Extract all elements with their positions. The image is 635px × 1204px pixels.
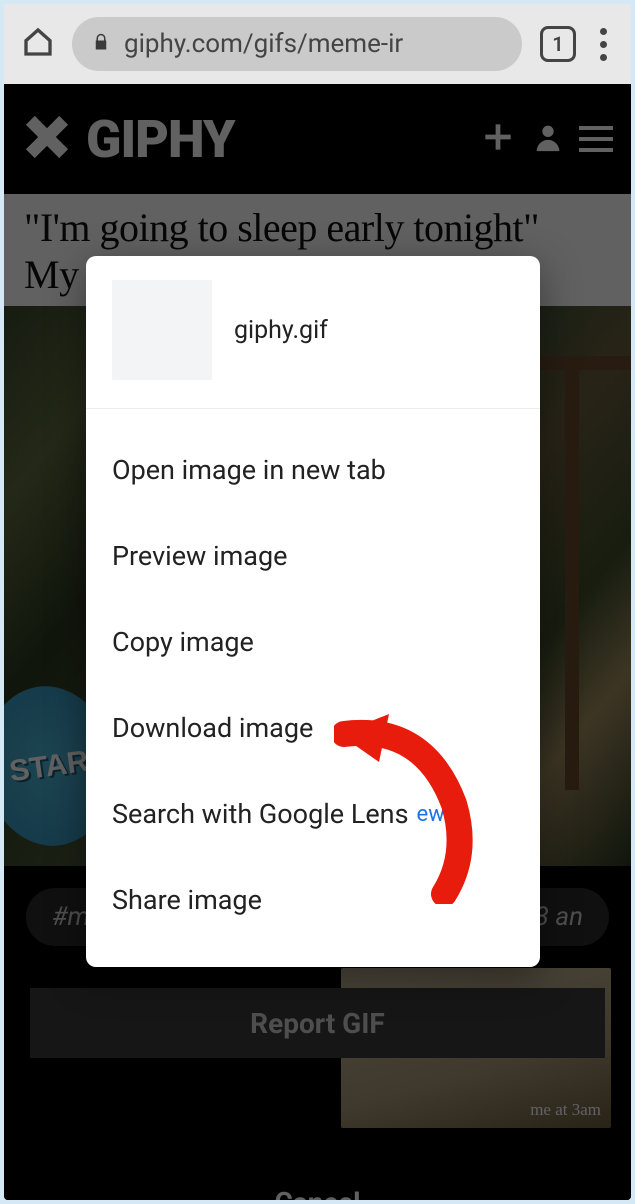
browser-toolbar: giphy.com/gifs/meme-ir 1 <box>4 4 631 84</box>
new-badge: ew <box>417 802 445 827</box>
tab-count: 1 <box>552 32 563 56</box>
giphy-logo[interactable]: GIPHY <box>86 109 235 170</box>
context-menu-google-lens[interactable]: Search with Google Lens ew <box>86 771 540 857</box>
url-bar[interactable]: giphy.com/gifs/meme-ir <box>72 17 522 71</box>
url-text: giphy.com/gifs/meme-ir <box>124 29 403 59</box>
giphy-header: GIPHY <box>4 84 631 194</box>
context-menu-share[interactable]: Share image <box>86 857 540 943</box>
close-icon[interactable] <box>22 112 72 166</box>
context-menu: giphy.gif Open image in new tab Preview … <box>86 256 540 967</box>
user-icon[interactable] <box>531 120 565 158</box>
context-menu-copy[interactable]: Copy image <box>86 599 540 685</box>
home-icon[interactable] <box>22 26 54 62</box>
context-menu-label: Search with Google Lens <box>112 798 409 830</box>
cancel-button[interactable]: Cancel <box>4 1166 631 1200</box>
tab-switcher[interactable]: 1 <box>540 26 576 62</box>
context-menu-filename: giphy.gif <box>234 316 328 345</box>
kebab-menu-icon[interactable] <box>594 28 613 61</box>
context-menu-download[interactable]: Download image <box>86 685 540 771</box>
context-menu-thumb <box>112 280 212 380</box>
hamburger-icon[interactable] <box>579 126 613 152</box>
caption-line1: "I'm going to sleep early tonight" <box>24 205 539 250</box>
report-button[interactable]: Report GIF <box>30 988 605 1058</box>
caption-line2: My <box>24 252 79 297</box>
context-menu-open-new-tab[interactable]: Open image in new tab <box>86 427 540 513</box>
plus-icon[interactable] <box>479 118 517 160</box>
lock-icon <box>92 31 110 57</box>
thumb-caption: me at 3am <box>530 1100 601 1120</box>
context-menu-preview[interactable]: Preview image <box>86 513 540 599</box>
